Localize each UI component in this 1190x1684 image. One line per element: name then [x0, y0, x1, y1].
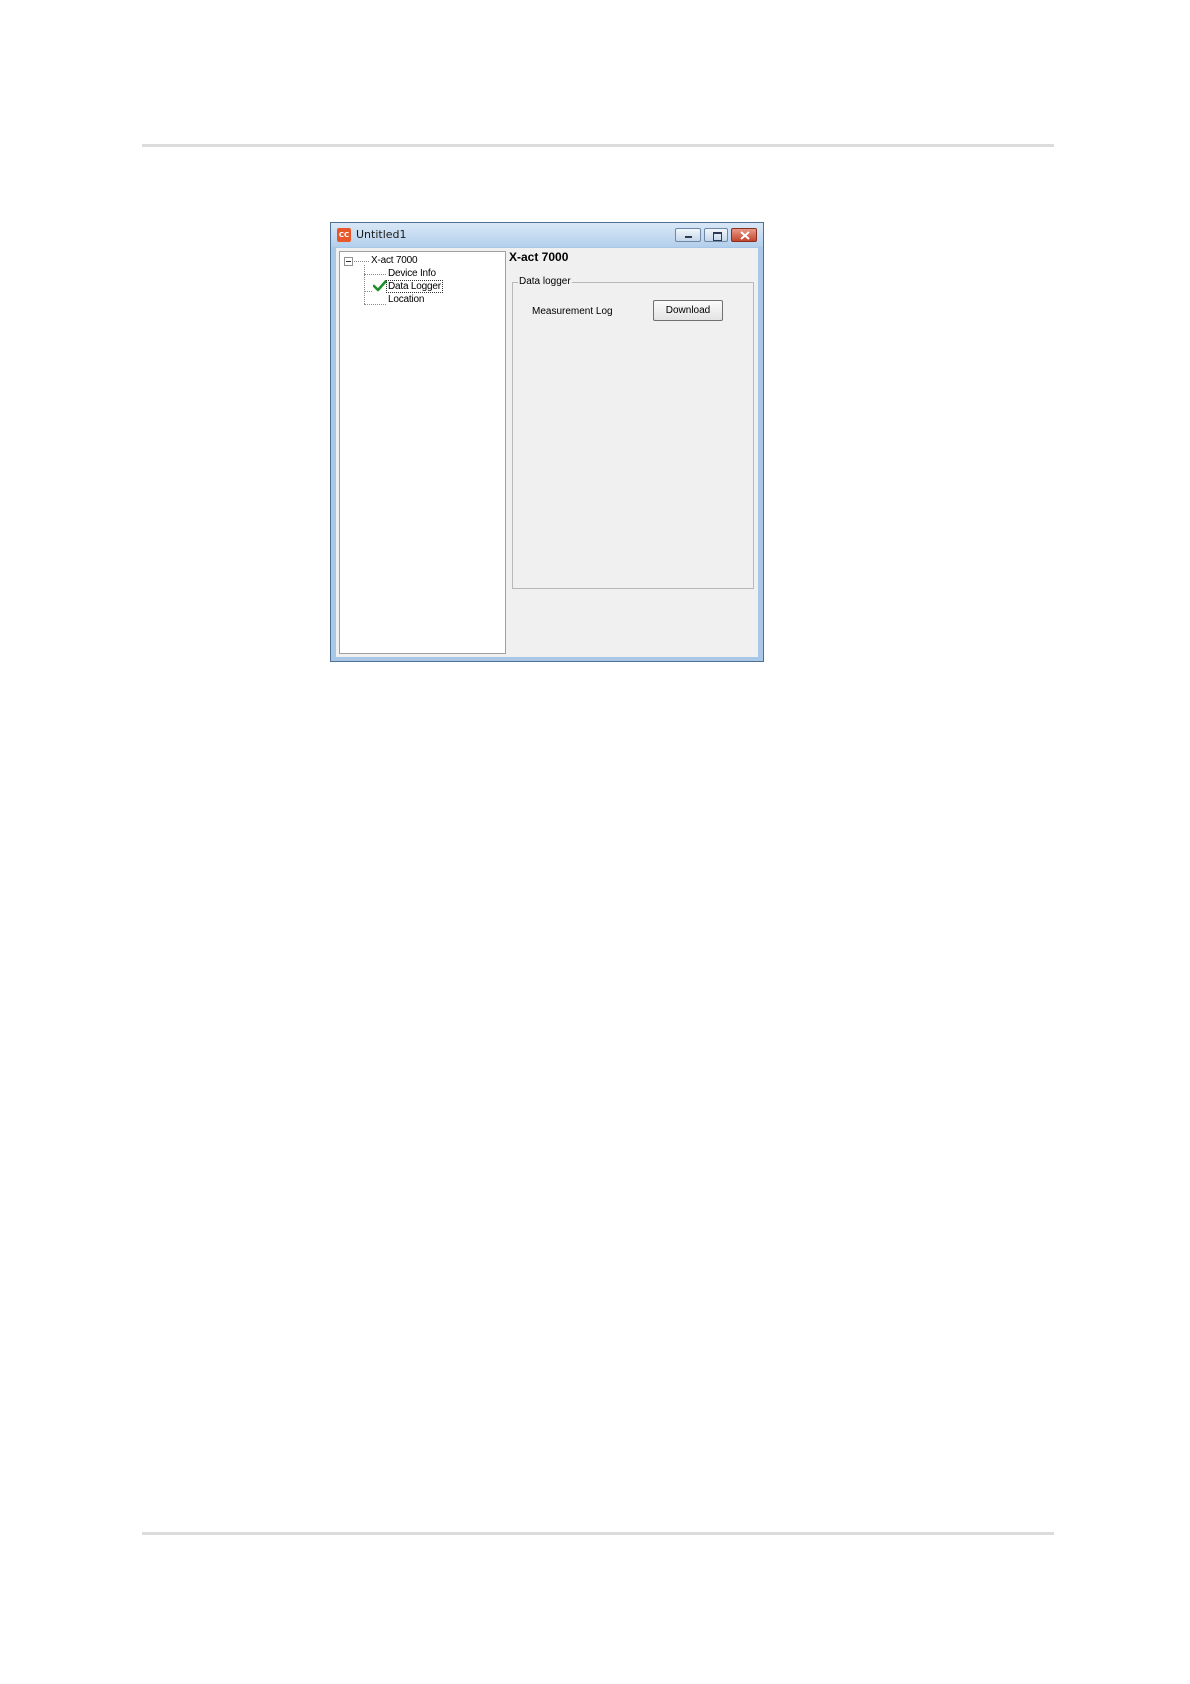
- app-icon: CC: [337, 228, 351, 242]
- measurement-log-label: Measurement Log: [532, 306, 613, 317]
- data-logger-group: Data logger Measurement Log Download: [512, 276, 754, 589]
- title-bar[interactable]: CC Untitled1: [331, 223, 763, 247]
- tree-connector: [364, 304, 386, 305]
- tree-item-device-info[interactable]: Device Info: [388, 268, 436, 279]
- window-title: Untitled1: [356, 228, 407, 241]
- close-button[interactable]: [731, 228, 757, 242]
- tree-connector: [364, 265, 365, 304]
- download-button[interactable]: Download: [653, 300, 723, 321]
- checkmark-icon: [373, 280, 387, 292]
- footer-rule: [142, 1532, 1054, 1535]
- close-icon: [740, 231, 750, 240]
- page-title: X-act 7000: [509, 250, 569, 264]
- maximize-button[interactable]: [704, 228, 728, 242]
- app-window: CC Untitled1 X-act 7000 Device Info Data…: [330, 222, 764, 662]
- header-rule: [142, 144, 1054, 147]
- group-label: Data logger: [518, 276, 572, 287]
- minimize-button[interactable]: [675, 228, 701, 242]
- collapse-icon[interactable]: [344, 257, 353, 266]
- tree-connector: [364, 274, 386, 275]
- device-tree[interactable]: X-act 7000 Device Info Data Logger Locat…: [339, 251, 506, 654]
- tree-item-location[interactable]: Location: [388, 294, 424, 305]
- tree-connector: [364, 291, 372, 292]
- client-area: X-act 7000 Device Info Data Logger Locat…: [336, 248, 758, 657]
- tree-root-label[interactable]: X-act 7000: [371, 255, 418, 266]
- tree-connector: [354, 261, 369, 262]
- tree-item-data-logger[interactable]: Data Logger: [386, 280, 443, 293]
